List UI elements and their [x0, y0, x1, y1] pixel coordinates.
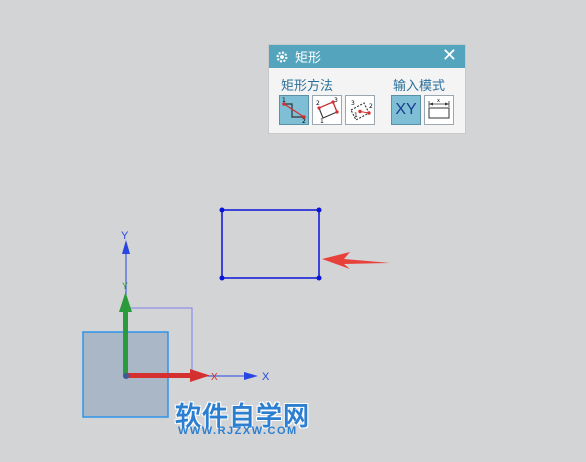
svg-text:2: 2 — [302, 118, 306, 124]
dialog-titlebar[interactable]: 矩形 ✕ — [269, 45, 465, 68]
rectangle-method-group: 矩形方法 12 231 321 — [279, 75, 383, 131]
rectangle-method-label: 矩形方法 — [281, 79, 334, 94]
xy-mode-button[interactable]: XY — [391, 95, 421, 125]
svg-text:2: 2 — [316, 100, 320, 107]
y-axis-label: Y — [121, 230, 129, 242]
sketch-rectangle[interactable] — [219, 207, 322, 281]
svg-text:2: 2 — [369, 103, 373, 110]
svg-text:3: 3 — [334, 97, 338, 104]
rectangle-dialog: 矩形 ✕ 矩形方法 12 231 3 2 1 输入模式 XY x — [268, 44, 466, 134]
center-rect-icon[interactable]: 3 2 1 — [345, 95, 375, 125]
pointer-arrow-icon — [322, 252, 390, 269]
corner-point[interactable] — [316, 275, 322, 281]
csys-y-label: Y — [122, 281, 128, 291]
svg-text:1: 1 — [354, 112, 358, 119]
three-point-rect-icon[interactable]: 2 3 1 — [312, 95, 342, 125]
csys-origin[interactable] — [123, 373, 129, 379]
svg-text:1: 1 — [320, 118, 324, 124]
dialog-title: 矩形 — [295, 51, 322, 66]
two-point-rect-icon[interactable]: 12 — [279, 95, 309, 125]
watermark-url: WWW.RJZXW.COM — [178, 425, 298, 437]
gear-icon[interactable] — [275, 50, 289, 64]
input-mode-label: 输入模式 — [393, 79, 446, 94]
svg-text:1: 1 — [282, 97, 286, 104]
close-icon[interactable]: ✕ — [442, 46, 457, 66]
csys-x-label: X — [211, 372, 218, 383]
corner-point[interactable] — [316, 207, 322, 213]
input-mode-group: 输入模式 XY x — [391, 75, 459, 131]
parameter-mode-icon[interactable]: x — [424, 95, 454, 125]
svg-text:3: 3 — [351, 100, 355, 107]
svg-text:x: x — [437, 98, 440, 104]
x-axis-label: X — [262, 371, 270, 383]
corner-point[interactable] — [219, 275, 225, 281]
corner-point[interactable] — [219, 207, 225, 213]
